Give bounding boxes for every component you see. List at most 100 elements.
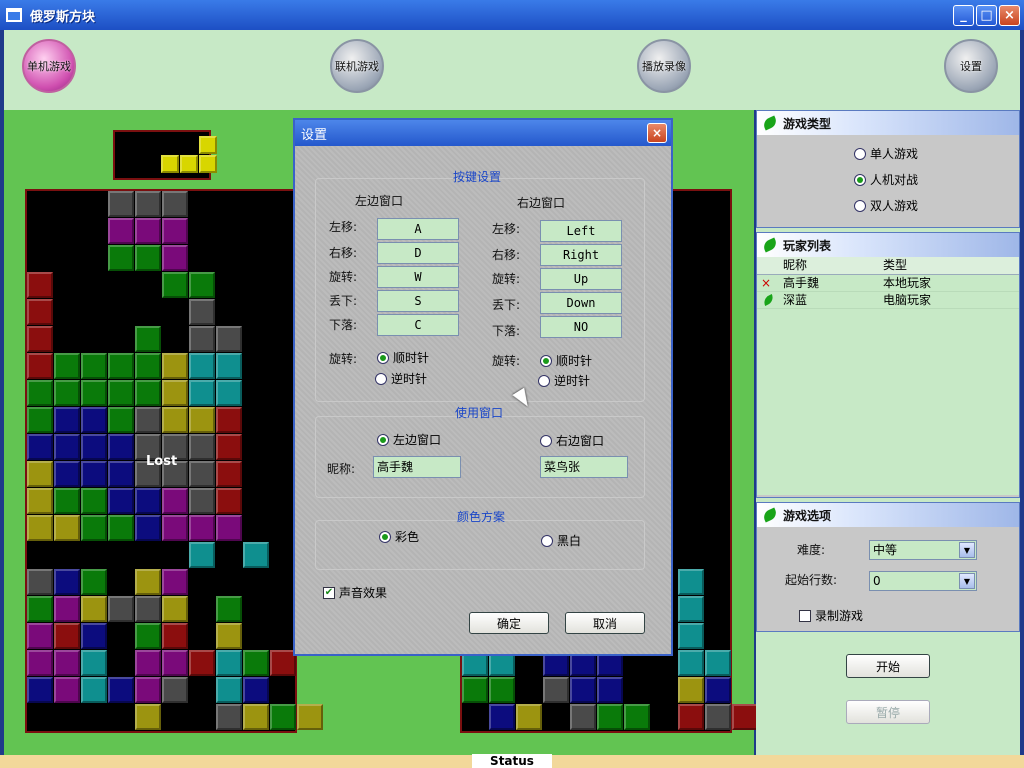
status-bar: Status Pane — [0, 754, 1024, 768]
tetris-block — [189, 407, 215, 433]
dialog-close-button[interactable]: × — [647, 123, 667, 143]
left-drop-key[interactable]: S — [377, 290, 459, 312]
tetris-block — [135, 596, 161, 622]
player-name: 高手魏 — [783, 276, 820, 290]
tetris-block — [162, 245, 188, 271]
tetris-block — [189, 488, 215, 514]
leaf-icon — [761, 237, 779, 253]
online-game-button[interactable]: 联机游戏 — [330, 39, 384, 93]
record-game-checkbox[interactable]: 录制游戏 — [799, 607, 863, 624]
color-radio[interactable]: 彩色 — [379, 528, 419, 545]
tetris-block — [135, 488, 161, 514]
use-left-window-radio[interactable]: 左边窗口 — [377, 431, 441, 448]
single-game-button[interactable]: 单机游戏 — [22, 39, 76, 93]
right-move-left-key[interactable]: Left — [540, 220, 622, 242]
player-list-header: 昵称 类型 — [757, 257, 1019, 275]
tetris-block — [27, 596, 53, 622]
tetris-block — [216, 623, 242, 649]
tetris-block — [81, 569, 107, 595]
start-button[interactable]: 开始 — [846, 654, 930, 678]
use-right-window-label: 右边窗口 — [556, 434, 605, 448]
cancel-button[interactable]: 取消 — [565, 612, 645, 634]
tetris-block — [81, 488, 107, 514]
column-nickname[interactable]: 昵称 — [779, 257, 879, 274]
right-drop-key[interactable]: Down — [540, 292, 622, 314]
ok-button[interactable]: 确定 — [469, 612, 549, 634]
tetris-block — [54, 623, 80, 649]
tetris-block — [216, 434, 242, 460]
radio-vs-ai[interactable]: 人机对战 — [854, 171, 918, 188]
column-type[interactable]: 类型 — [879, 257, 975, 274]
tetris-block — [81, 407, 107, 433]
start-rows-select[interactable]: 0 ▼ — [869, 571, 977, 591]
tetris-block — [216, 353, 242, 379]
key-label: 左移: — [329, 220, 358, 234]
player-row[interactable]: 深蓝 电脑玩家 — [757, 292, 1019, 309]
remove-player-icon: × — [761, 276, 772, 290]
close-button[interactable]: × — [999, 5, 1020, 26]
left-move-left-key[interactable]: A — [377, 218, 459, 240]
game-options-panel: 游戏选项 难度: 中等 ▼ 起始行数: 0 ▼ 录制游戏 — [756, 502, 1020, 632]
tetris-block — [108, 218, 134, 244]
tetris-block — [81, 623, 107, 649]
minimize-button[interactable]: _ — [953, 5, 974, 26]
game-type-title: 游戏类型 — [783, 116, 832, 131]
sound-effects-checkbox[interactable]: ✔ 声音效果 — [323, 584, 387, 601]
tetris-block — [297, 704, 323, 730]
tetris-block — [189, 461, 215, 487]
tetris-block — [216, 488, 242, 514]
left-counterclockwise-radio[interactable]: 逆时针 — [375, 370, 427, 387]
tetris-block — [135, 650, 161, 676]
key-label: 左移: — [492, 222, 521, 236]
black-white-label: 黑白 — [557, 534, 582, 548]
tetris-block — [216, 596, 242, 622]
next-piece-preview — [113, 130, 217, 180]
checkmark-icon: ✔ — [323, 586, 335, 599]
use-window-section-title: 使用窗口 — [455, 406, 504, 420]
radio-single[interactable]: 单人游戏 — [854, 145, 918, 162]
maximize-button[interactable]: □ — [976, 5, 997, 26]
tetris-block — [624, 704, 650, 730]
player-row[interactable]: × 高手魏 本地玩家 — [757, 275, 1019, 292]
tetris-block — [108, 515, 134, 541]
title-bar: 俄罗斯方块 _ □ × — [0, 0, 1024, 30]
radio-icon — [540, 354, 552, 367]
tetris-block — [81, 461, 107, 487]
right-clockwise-radio[interactable]: 顺时针 — [540, 352, 592, 369]
next-piece-block — [199, 136, 217, 154]
right-rotate-key[interactable]: Up — [540, 268, 622, 290]
clockwise-label: 顺时针 — [393, 351, 430, 365]
tetris-block — [27, 353, 53, 379]
radio-icon — [375, 372, 387, 385]
color-scheme-section-title: 颜色方案 — [457, 510, 506, 524]
tetris-block — [135, 515, 161, 541]
settings-button[interactable]: 设置 — [944, 39, 998, 93]
play-recording-button[interactable]: 播放录像 — [637, 39, 691, 93]
tetris-block — [135, 353, 161, 379]
tetris-block — [108, 245, 134, 271]
right-fall-key[interactable]: NO — [540, 316, 622, 338]
left-fall-key[interactable]: C — [377, 314, 459, 336]
left-move-right-key[interactable]: D — [377, 242, 459, 264]
radio-two-player[interactable]: 双人游戏 — [854, 197, 918, 214]
player-type: 电脑玩家 — [883, 293, 932, 307]
clockwise-label: 顺时针 — [556, 354, 593, 368]
counterclockwise-label: 逆时针 — [554, 374, 591, 388]
tetris-block — [108, 407, 134, 433]
difficulty-select[interactable]: 中等 ▼ — [869, 540, 977, 560]
left-rotate-key[interactable]: W — [377, 266, 459, 288]
black-white-radio[interactable]: 黑白 — [541, 532, 581, 549]
use-right-window-radio[interactable]: 右边窗口 — [540, 432, 604, 449]
right-nickname-input[interactable]: 菜鸟张 — [540, 456, 628, 478]
tetris-block — [162, 569, 188, 595]
tetris-block — [108, 380, 134, 406]
left-nickname-input[interactable]: 高手魏 — [373, 456, 461, 478]
pause-button[interactable]: 暂停 — [846, 700, 930, 724]
left-clockwise-radio[interactable]: 顺时针 — [377, 349, 429, 366]
right-move-right-key[interactable]: Right — [540, 244, 622, 266]
right-counterclockwise-radio[interactable]: 逆时针 — [538, 372, 590, 389]
tetris-block — [162, 272, 188, 298]
radio-icon — [379, 530, 391, 543]
player-list-title: 玩家列表 — [783, 238, 832, 253]
settings-dialog: 设置 × 按键设置 左边窗口 右边窗口 左移: 右移: 旋转: 丢下: 下落: … — [293, 118, 673, 656]
